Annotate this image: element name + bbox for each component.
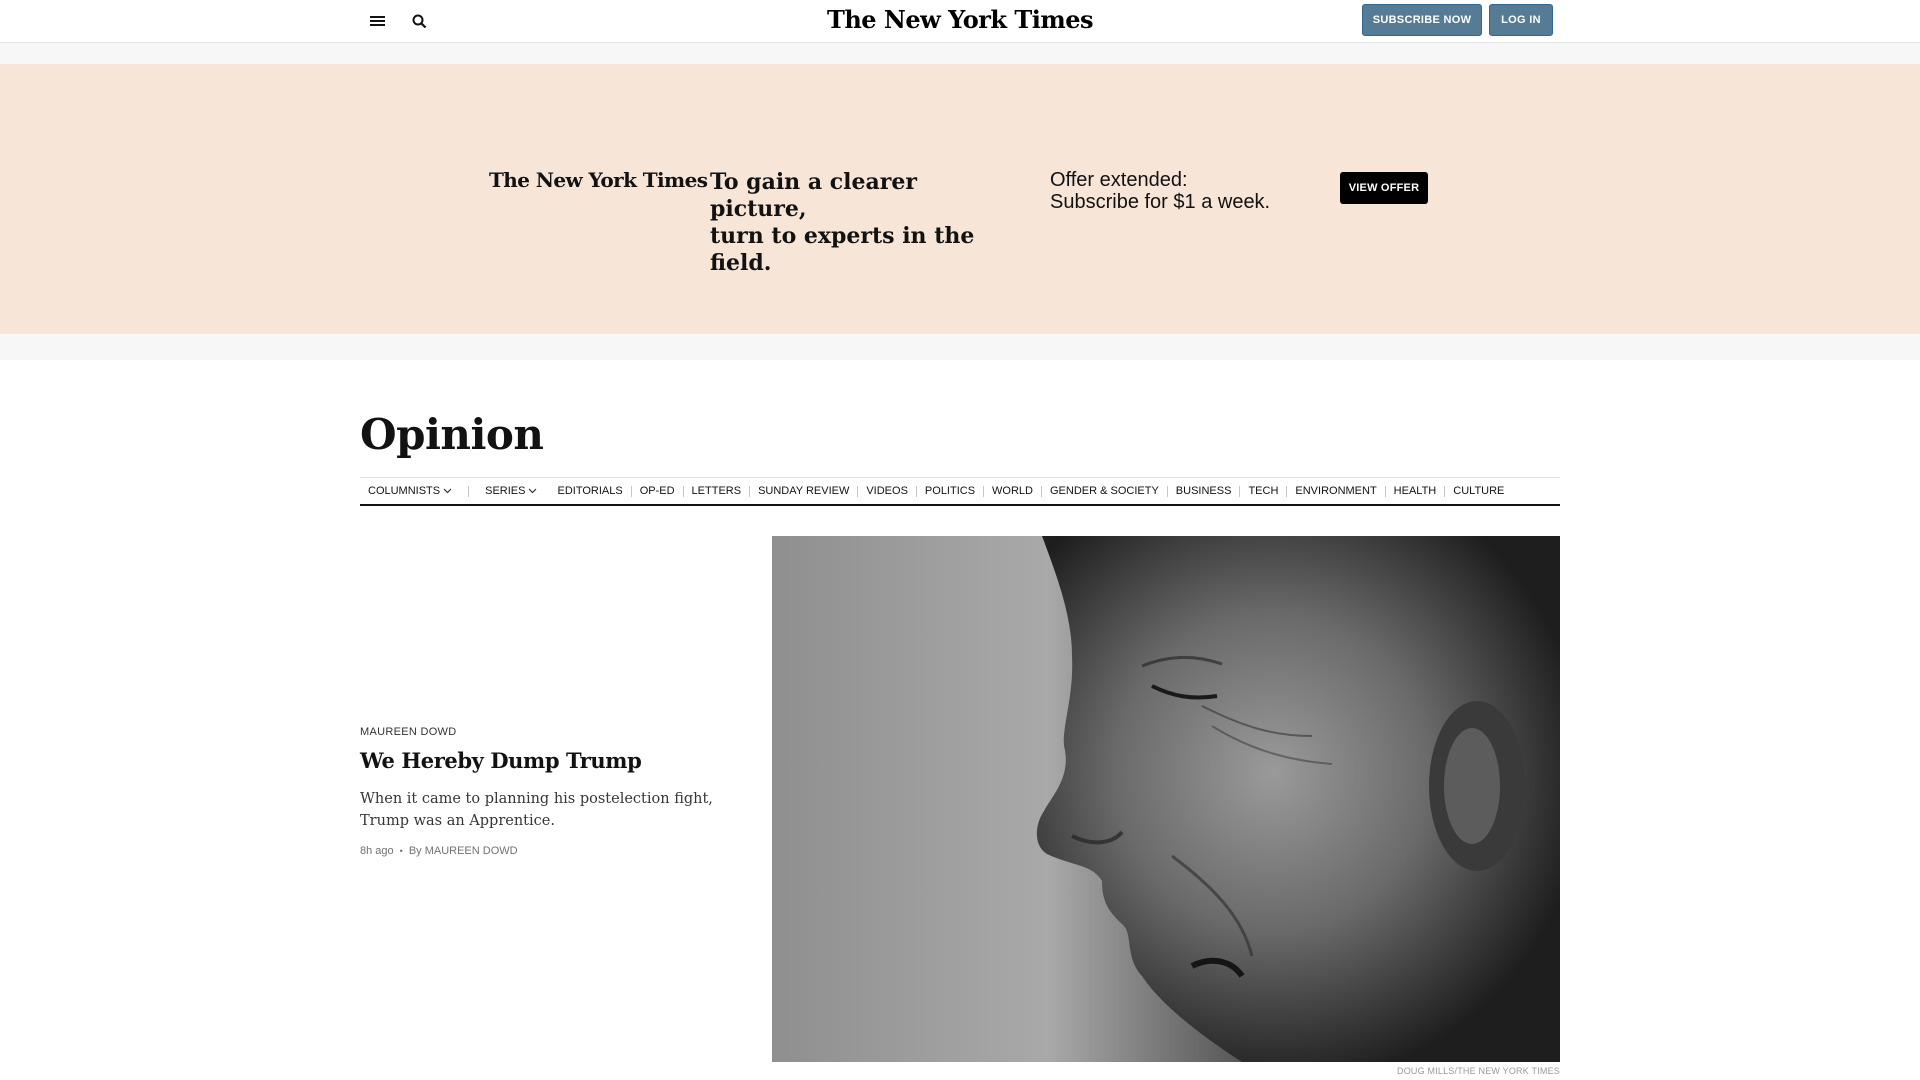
story-summary[interactable]: When it came to planning his postelectio…: [360, 788, 740, 832]
subnav-columnists-label: COLUMNISTS: [368, 485, 441, 497]
subnav-divider: [983, 485, 985, 497]
story-meta: 8h ago • By MAUREEN DOWD: [360, 845, 740, 857]
subnav-divider: [749, 485, 751, 497]
subscription-promo-banner: The New York Times To gain a clearer pic…: [0, 64, 1920, 334]
ad-gap-bottom: [0, 334, 1920, 360]
subnav-divider: [630, 485, 632, 497]
promo-headline-line1: To gain a clearer picture,: [710, 169, 917, 222]
nyt-logo[interactable]: The New York Times: [827, 5, 1094, 34]
subnav-op-ed[interactable]: OP-ED: [640, 485, 675, 497]
subnav-world[interactable]: WORLD: [992, 485, 1033, 497]
portrait-illustration: [772, 536, 1560, 1062]
view-offer-button[interactable]: VIEW OFFER: [1340, 172, 1428, 204]
subnav-divider: [682, 485, 684, 497]
subnav-health[interactable]: HEALTH: [1394, 485, 1437, 497]
subnav-divider: [468, 485, 470, 497]
menu-icon[interactable]: [364, 9, 390, 33]
masthead-logo-wrap: The New York Times: [0, 5, 1920, 34]
subnav-letters[interactable]: LETTERS: [692, 485, 742, 497]
opinion-subnav: COLUMNISTS SERIES EDITORIALS OP-ED LETTE…: [360, 477, 1560, 506]
promo-offer-text: Offer extended: Subscribe for $1 a week.: [1050, 169, 1310, 213]
log-in-button[interactable]: LOG IN: [1489, 4, 1553, 36]
promo-offer-line2: Subscribe for $1 a week.: [1050, 191, 1271, 213]
subnav-divider: [1286, 485, 1288, 497]
subnav-columnists-dropdown[interactable]: COLUMNISTS: [368, 485, 452, 497]
subnav-business[interactable]: BUSINESS: [1176, 485, 1232, 497]
promo-headline-line2: turn to experts in the field.: [710, 223, 975, 276]
promo-offer-line1: Offer extended:: [1050, 169, 1188, 191]
story-headline[interactable]: We Hereby Dump Trump: [360, 748, 740, 773]
subnav-series-label: SERIES: [485, 485, 526, 497]
subnav-environment[interactable]: ENVIRONMENT: [1295, 485, 1376, 497]
story-byline: By MAUREEN DOWD: [408, 845, 518, 857]
story-timestamp: 8h ago: [360, 845, 394, 857]
subnav-divider: [1166, 485, 1168, 497]
ad-gap-top: [0, 43, 1920, 64]
chevron-down-icon: [443, 488, 452, 494]
search-icon[interactable]: [406, 9, 432, 33]
chevron-down-icon: [528, 488, 537, 494]
subnav-divider: [915, 485, 917, 497]
subnav-tech[interactable]: TECH: [1248, 485, 1278, 497]
subnav-divider: [857, 485, 859, 497]
section-title[interactable]: Opinion: [360, 410, 544, 459]
subnav-divider: [1384, 485, 1386, 497]
promo-headline: To gain a clearer picture, turn to exper…: [710, 169, 1010, 277]
lead-story: MAUREEN DOWD We Hereby Dump Trump When i…: [360, 726, 740, 857]
promo-nyt-logo: The New York Times: [489, 168, 708, 192]
lead-story-image[interactable]: [772, 536, 1560, 1062]
subnav-politics[interactable]: POLITICS: [925, 485, 975, 497]
subnav-gender-society[interactable]: GENDER & SOCIETY: [1050, 485, 1159, 497]
subnav-divider: [1041, 485, 1042, 497]
story-kicker[interactable]: MAUREEN DOWD: [360, 726, 740, 738]
subnav-divider: [1444, 485, 1446, 497]
subnav-culture[interactable]: CULTURE: [1453, 485, 1504, 497]
subnav-editorials[interactable]: EDITORIALS: [557, 485, 622, 497]
subscribe-now-button[interactable]: SUBSCRIBE NOW: [1362, 4, 1482, 36]
subnav-sunday-review[interactable]: SUNDAY REVIEW: [758, 485, 849, 497]
meta-dot: •: [399, 846, 403, 856]
image-credit: DOUG MILLS/THE NEW YORK TIMES: [1397, 1066, 1560, 1076]
subnav-series-dropdown[interactable]: SERIES: [485, 485, 537, 497]
subnav-divider: [1239, 485, 1241, 497]
subnav-videos[interactable]: VIDEOS: [866, 485, 908, 497]
masthead: The New York Times SUBSCRIBE NOW LOG IN: [0, 0, 1920, 43]
